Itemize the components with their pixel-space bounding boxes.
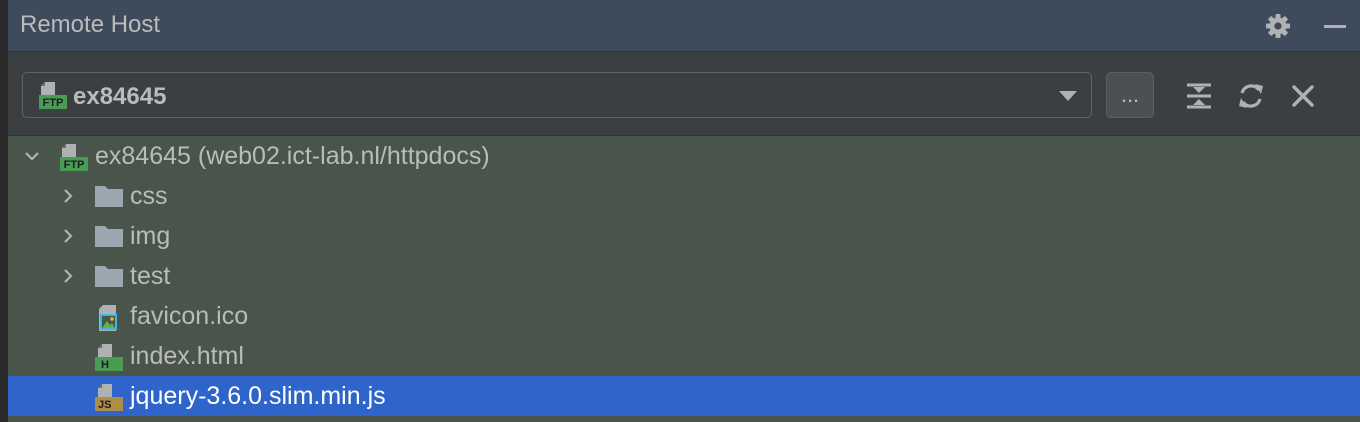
tree-item-label: css <box>130 182 168 210</box>
folder-icon <box>95 226 123 247</box>
image-file-icon <box>99 305 117 331</box>
chevron-right-icon[interactable] <box>60 268 76 284</box>
tree-item-folder-img[interactable]: img <box>8 216 1360 256</box>
ftp-badge-text: FTP <box>64 159 85 171</box>
server-combobox[interactable]: FTP ex84645 <box>22 72 1092 118</box>
tree-root-label: ex84645 (web02.ict-lab.nl/httpdocs) <box>95 142 490 170</box>
chevron-right-icon[interactable] <box>60 228 76 244</box>
panel-header: Remote Host <box>8 0 1360 52</box>
remote-file-tree: FTP ex84645 (web02.ict-lab.nl/httpdocs) … <box>8 136 1360 422</box>
collapse-all-icon[interactable] <box>1184 81 1214 111</box>
chevron-down-icon[interactable] <box>24 148 40 164</box>
folder-icon <box>95 186 123 207</box>
browse-button[interactable]: ... <box>1106 72 1154 118</box>
ftp-server-icon: FTP <box>60 144 88 171</box>
server-selected-value: ex84645 <box>73 83 167 110</box>
tree-item-file-favicon[interactable]: favicon.ico <box>8 296 1360 336</box>
html-badge-text: H <box>101 359 109 371</box>
refresh-icon[interactable] <box>1236 81 1266 111</box>
tree-item-label: jquery-3.6.0.slim.min.js <box>130 382 386 410</box>
tree-root-row[interactable]: FTP ex84645 (web02.ict-lab.nl/httpdocs) <box>8 136 1360 176</box>
html-file-icon: H <box>95 344 123 371</box>
panel-title: Remote Host <box>20 11 161 38</box>
close-icon[interactable] <box>1288 81 1318 111</box>
tree-item-label: img <box>130 222 171 250</box>
chevron-down-icon <box>1059 91 1077 101</box>
minimize-icon[interactable] <box>1316 12 1352 40</box>
tree-item-folder-test[interactable]: test <box>8 256 1360 296</box>
folder-icon <box>95 266 123 287</box>
chevron-right-icon[interactable] <box>60 188 76 204</box>
toolbar: FTP ex84645 ... <box>8 52 1360 136</box>
tree-item-label: test <box>130 262 171 290</box>
left-edge <box>0 0 8 422</box>
js-file-icon: JS <box>95 384 123 411</box>
tree-item-label: favicon.ico <box>130 302 249 330</box>
ftp-badge-text: FTP <box>43 97 64 109</box>
tree-item-file-index[interactable]: H index.html <box>8 336 1360 376</box>
ftp-server-icon: FTP <box>39 82 67 109</box>
js-badge-text: JS <box>98 399 111 411</box>
tree-item-label: index.html <box>130 342 244 370</box>
gear-icon[interactable] <box>1264 12 1292 40</box>
tree-item-folder-css[interactable]: css <box>8 176 1360 216</box>
tree-item-file-jquery[interactable]: JS jquery-3.6.0.slim.min.js <box>8 376 1360 416</box>
